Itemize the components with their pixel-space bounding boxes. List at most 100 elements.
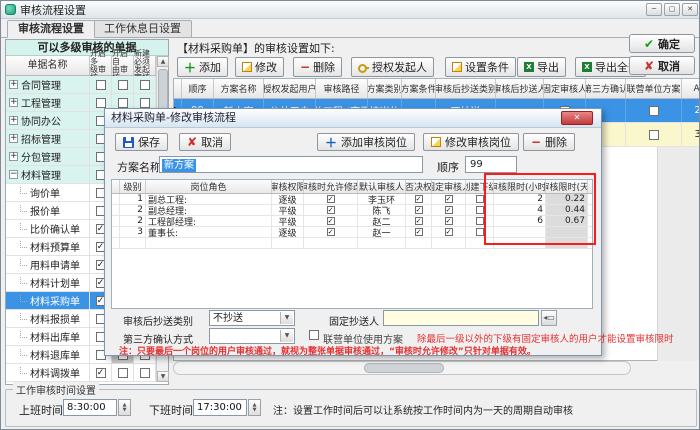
allow-modify-checkbox[interactable] (304, 194, 358, 204)
post-row[interactable]: 3董事长:逐级 赵一 (112, 227, 592, 238)
scroll-down-icon[interactable]: ▼ (157, 371, 169, 382)
dialog-note-text: 注：只要最后一个岗位的用户审核通过，就视为整张单据审核通过，“审核时允许修改”只… (119, 344, 536, 357)
allow-modify-checkbox[interactable] (304, 227, 358, 237)
create-sub-checkbox[interactable] (466, 194, 494, 204)
order-input[interactable]: 99 (465, 156, 517, 173)
fixed-auditor-checkbox[interactable] (432, 227, 466, 237)
joint-scheme-checkbox[interactable] (626, 99, 682, 122)
excel-icon: X (582, 62, 592, 72)
maximize-button[interactable]: ▢ (664, 3, 680, 16)
expand-icon[interactable]: + (9, 98, 18, 107)
limit-hours-cell[interactable] (494, 227, 546, 237)
end-time-spinner[interactable]: ▲▼ (248, 399, 261, 416)
free-audit-checkbox[interactable] (112, 76, 134, 93)
scheme-name-label: 方案名称 (117, 159, 161, 175)
dialog-cancel-button[interactable]: ✘取消 (179, 133, 231, 151)
grant-initiator-button[interactable]: 授权发起人 (351, 57, 434, 77)
post-table: 级别 岗位角色 审核权限 审核时允许修改 默认审核人 否决权 固定审核人 创建下… (111, 179, 593, 309)
ok-button[interactable]: ✔确定 (629, 34, 695, 53)
tree-line (20, 223, 27, 230)
minimize-button[interactable]: ─ (646, 3, 662, 16)
allow-modify-checkbox[interactable] (304, 205, 358, 215)
tab-divider (1, 37, 700, 38)
cancel-button[interactable]: ✘取消 (629, 56, 695, 75)
modify-button[interactable]: 修改 (235, 57, 284, 77)
multilevel-checkbox[interactable] (90, 364, 112, 381)
expand-icon[interactable]: + (9, 152, 18, 161)
delete-button[interactable]: −删除 (293, 57, 342, 77)
third-confirm-dropdown[interactable] (209, 328, 295, 344)
col-multilevel: 开启多级审核 (90, 56, 112, 75)
horizontal-scrollbar[interactable] (173, 361, 631, 375)
cc-person-input[interactable] (383, 310, 539, 326)
joint-scheme-checkbox[interactable] (626, 123, 682, 146)
scheme-table-header: 顺序 方案名称 授权发起用户 审核路径 方案类别 方案条件 审核后抄送类别 审核… (174, 79, 700, 99)
dialog-title: 材料采购单-修改审核流程 (105, 109, 601, 128)
post-table-header: 级别 岗位角色 审核权限 审核时允许修改 默认审核人 否决权 固定审核人 创建下… (112, 180, 592, 194)
create-sub-checkbox[interactable] (466, 216, 494, 226)
delete-post-button[interactable]: −删除 (523, 133, 575, 151)
limit-hours-cell[interactable]: 6 (494, 216, 546, 226)
joint-use-checkbox[interactable] (309, 330, 319, 340)
post-row[interactable]: 2工程部经理:平级 赵二 6 0.67 (112, 216, 592, 227)
veto-checkbox[interactable] (406, 194, 432, 204)
end-time-label: 下班时间 (149, 402, 193, 418)
must-launch-checkbox[interactable] (134, 76, 156, 93)
cc-type-dropdown[interactable]: 不抄送 (209, 310, 295, 326)
tab-audit-flow[interactable]: 审核流程设置 (7, 20, 95, 38)
edit-icon (242, 62, 252, 72)
fixed-auditor-checkbox[interactable] (432, 216, 466, 226)
veto-checkbox[interactable] (406, 227, 432, 237)
post-row[interactable]: 2副总经理:平级 陈飞 4 0.44 (112, 205, 592, 216)
save-button[interactable]: 保存 (115, 133, 168, 151)
app-window: 审核流程设置 ─ ▢ ✕ 审核流程设置 工作休息日设置 可以多级审核的单据 单据… (0, 0, 700, 430)
start-time-label: 上班时间 (19, 402, 63, 418)
dialog-close-icon[interactable]: ✕ (561, 111, 593, 125)
scrollbar-thumb[interactable] (364, 363, 444, 373)
post-row[interactable]: 1副总工程:逐级 李玉环 2 0.22 (112, 194, 592, 205)
add-post-button[interactable]: ＋添加审核岗位 (317, 133, 415, 151)
col-free-audit: 开启自由审核 (112, 56, 134, 75)
allow-modify-checkbox[interactable] (304, 216, 358, 226)
start-time-input[interactable]: 8:30:00 (63, 399, 117, 416)
tree-line (20, 349, 27, 356)
collapse-icon[interactable]: − (9, 170, 18, 179)
tree-line (20, 277, 27, 284)
start-time-spinner[interactable]: ▲▼ (118, 399, 131, 416)
free-audit-checkbox[interactable] (112, 364, 134, 381)
tab-rest-day[interactable]: 工作休息日设置 (93, 20, 192, 37)
key-icon (358, 62, 369, 73)
window-title: 审核流程设置 (20, 2, 86, 18)
close-button[interactable]: ✕ (682, 3, 698, 16)
end-time-input[interactable]: 17:30:00 (193, 399, 247, 416)
limit-days-cell (546, 227, 588, 237)
fixed-auditor-checkbox[interactable] (432, 205, 466, 215)
create-sub-checkbox[interactable] (466, 205, 494, 215)
edit-flow-dialog: 材料采购单-修改审核流程 ✕ 保存 ✘取消 ＋添加审核岗位 修改审核岗位 −删除… (104, 108, 602, 356)
fixed-auditor-checkbox[interactable] (432, 194, 466, 204)
limit-hours-cell[interactable]: 4 (494, 205, 546, 215)
expand-icon[interactable]: + (9, 116, 18, 125)
scheme-name-input[interactable]: 新方案 (159, 156, 423, 173)
multilevel-checkbox[interactable] (90, 76, 112, 93)
set-condition-button[interactable]: 设置条件 (445, 57, 516, 77)
veto-checkbox[interactable] (406, 216, 432, 226)
create-sub-checkbox[interactable] (466, 227, 494, 237)
scroll-up-icon[interactable]: ▲ (157, 56, 169, 67)
tree-line (20, 313, 27, 320)
cc-person-browse-icon[interactable]: ◂▭ (541, 310, 557, 326)
expand-icon[interactable]: + (9, 134, 18, 143)
cc-type-label: 审核后抄送类别 (123, 313, 193, 328)
modify-post-button[interactable]: 修改审核岗位 (423, 133, 519, 151)
tree-header-row: 单据名称 开启多级审核 开启自由审核 新建必须发起审核 (6, 56, 156, 76)
add-button[interactable]: ＋添加 (177, 57, 228, 77)
export-button[interactable]: X导出 (517, 57, 566, 77)
veto-checkbox[interactable] (406, 205, 432, 215)
app-icon (5, 4, 16, 15)
must-launch-checkbox[interactable] (134, 364, 156, 381)
expand-icon[interactable]: + (9, 80, 18, 89)
tree-row[interactable]: 材料调拨单 (6, 364, 156, 382)
tree-row[interactable]: +合同管理 (6, 76, 156, 94)
limit-hint-text: 除最后一级以外的下级有固定审核人的用户才能设置审核限时 (417, 331, 674, 345)
limit-hours-cell[interactable]: 2 (494, 194, 546, 204)
